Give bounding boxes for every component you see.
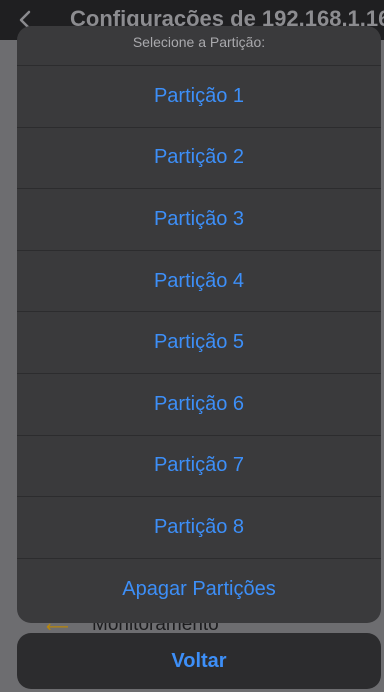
partition-3-option[interactable]: Partição 3 xyxy=(17,189,381,251)
clear-partitions-option[interactable]: Apagar Partições xyxy=(17,559,381,621)
partition-2-option[interactable]: Partição 2 xyxy=(17,128,381,190)
partition-action-sheet: Selecione a Partição: Partição 1 Partiçã… xyxy=(17,26,381,623)
back-button[interactable]: Voltar xyxy=(17,633,381,689)
partition-5-option[interactable]: Partição 5 xyxy=(17,312,381,374)
partition-6-option[interactable]: Partição 6 xyxy=(17,374,381,436)
partition-7-option[interactable]: Partição 7 xyxy=(17,436,381,498)
action-sheet-title: Selecione a Partição: xyxy=(17,26,381,66)
partition-4-option[interactable]: Partição 4 xyxy=(17,251,381,313)
partition-8-option[interactable]: Partição 8 xyxy=(17,497,381,559)
partition-1-option[interactable]: Partição 1 xyxy=(17,66,381,128)
